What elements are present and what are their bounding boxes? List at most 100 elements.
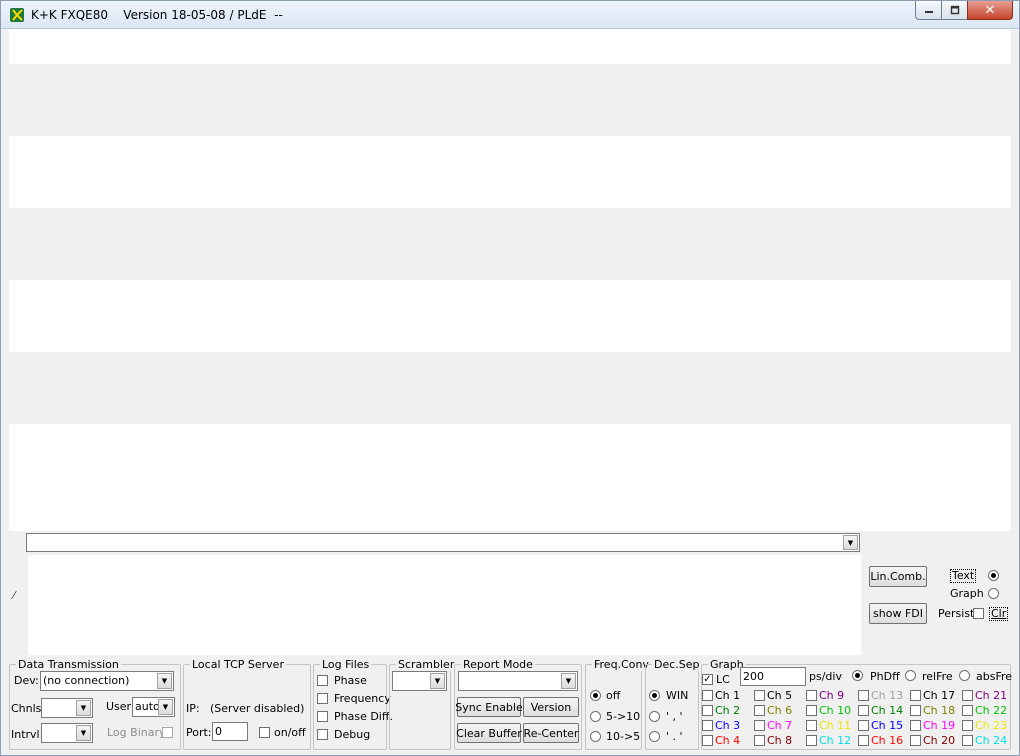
absfre-label: absFre bbox=[976, 670, 1013, 683]
clear-buffer-button[interactable]: Clear Buffer bbox=[456, 723, 522, 743]
ip-value: (Server disabled) bbox=[210, 702, 305, 715]
channel-24-checkbox[interactable] bbox=[962, 735, 973, 746]
text-log-area[interactable] bbox=[28, 555, 861, 655]
window-title: K+K FXQE80 Version 18-05-08 / PLdE -- bbox=[31, 8, 283, 22]
channel-20-checkbox[interactable] bbox=[910, 735, 921, 746]
version-button[interactable]: Version bbox=[523, 697, 579, 717]
channel-18-label: Ch 18 bbox=[923, 704, 956, 717]
dec-sep-dot-radio[interactable] bbox=[649, 731, 660, 742]
dropdown-arrow-icon[interactable]: ▼ bbox=[561, 673, 576, 689]
lc-checkbox[interactable]: ✓ bbox=[702, 674, 713, 685]
log-frequency-checkbox[interactable] bbox=[317, 693, 328, 704]
channel-18-checkbox[interactable] bbox=[910, 705, 921, 716]
phdff-radio[interactable] bbox=[852, 670, 863, 681]
channel-17-checkbox[interactable] bbox=[910, 690, 921, 701]
channel-1-checkbox[interactable] bbox=[702, 690, 713, 701]
dev-select-value: (no connection) bbox=[43, 674, 130, 687]
channel-8-checkbox[interactable] bbox=[754, 735, 765, 746]
title-bar[interactable]: K+K FXQE80 Version 18-05-08 / PLdE -- ✕ bbox=[1, 1, 1019, 29]
text-view-radio[interactable] bbox=[988, 570, 999, 581]
command-combobox[interactable]: ▼ bbox=[26, 533, 860, 552]
dec-sep-win-radio[interactable] bbox=[649, 690, 660, 701]
show-fdi-button[interactable]: show FDI bbox=[869, 603, 927, 624]
clr-link[interactable]: Clr bbox=[989, 607, 1009, 621]
persist-label: Persist bbox=[938, 607, 975, 620]
log-phase-checkbox[interactable] bbox=[317, 675, 328, 686]
absfre-radio[interactable] bbox=[959, 670, 970, 681]
log-binary-label: Log Binary bbox=[107, 726, 166, 739]
log-frequency-label: Frequency bbox=[334, 692, 391, 705]
tcp-onoff-checkbox[interactable] bbox=[259, 727, 270, 738]
channel-3-label: Ch 3 bbox=[715, 719, 741, 732]
channel-16-checkbox[interactable] bbox=[858, 735, 869, 746]
log-debug-checkbox[interactable] bbox=[317, 729, 328, 740]
channel-12-checkbox[interactable] bbox=[806, 735, 817, 746]
freq-conv-10to5-label: 10->5 bbox=[606, 730, 641, 743]
log-phase-diff-checkbox[interactable] bbox=[317, 711, 328, 722]
ps-div-input[interactable]: 200 bbox=[740, 667, 806, 686]
sync-enable-button[interactable]: Sync Enable bbox=[455, 697, 523, 717]
channel-21-checkbox[interactable] bbox=[962, 690, 973, 701]
channel-4-checkbox[interactable] bbox=[702, 735, 713, 746]
channel-15-checkbox[interactable] bbox=[858, 720, 869, 731]
close-icon: ✕ bbox=[984, 2, 996, 18]
channel-19-label: Ch 19 bbox=[923, 719, 956, 732]
channel-16-label: Ch 16 bbox=[871, 734, 904, 747]
channel-7-checkbox[interactable] bbox=[754, 720, 765, 731]
channel-6-checkbox[interactable] bbox=[754, 705, 765, 716]
dec-sep-title: Dec.Sep bbox=[652, 658, 702, 671]
text-view-label: Text bbox=[950, 569, 977, 583]
recenter-button[interactable]: Re-Center bbox=[523, 723, 579, 743]
log-binary-checkbox[interactable] bbox=[162, 727, 173, 738]
channel-2-checkbox[interactable] bbox=[702, 705, 713, 716]
intrvl-select[interactable]: ▼ bbox=[41, 723, 93, 743]
dec-sep-comma-label: ' , ' bbox=[666, 710, 683, 723]
dropdown-arrow-icon[interactable]: ▼ bbox=[430, 673, 445, 689]
report-mode-select[interactable]: ▼ bbox=[458, 671, 578, 691]
data-transmission-title: Data Transmission bbox=[16, 658, 121, 671]
freq-conv-5to10-radio[interactable] bbox=[590, 711, 601, 722]
channel-14-checkbox[interactable] bbox=[858, 705, 869, 716]
channel-19-checkbox[interactable] bbox=[910, 720, 921, 731]
window-controls: ✕ bbox=[915, 1, 1013, 21]
channel-22-checkbox[interactable] bbox=[962, 705, 973, 716]
channel-5-checkbox[interactable] bbox=[754, 690, 765, 701]
minimize-button[interactable] bbox=[915, 1, 941, 20]
channel-1-label: Ch 1 bbox=[715, 689, 741, 702]
dropdown-arrow-icon[interactable]: ▼ bbox=[76, 725, 91, 741]
channel-10-checkbox[interactable] bbox=[806, 705, 817, 716]
graph-view-radio[interactable] bbox=[988, 588, 999, 599]
user-select[interactable]: auto ▼ bbox=[132, 697, 175, 717]
channel-11-checkbox[interactable] bbox=[806, 720, 817, 731]
channel-13-checkbox[interactable] bbox=[858, 690, 869, 701]
channel-3-checkbox[interactable] bbox=[702, 720, 713, 731]
channel-17-label: Ch 17 bbox=[923, 689, 956, 702]
freq-conv-off-radio[interactable] bbox=[590, 690, 601, 701]
dropdown-arrow-icon[interactable]: ▼ bbox=[157, 673, 172, 689]
dropdown-arrow-icon[interactable]: ▼ bbox=[76, 700, 91, 716]
freq-conv-10to5-radio[interactable] bbox=[590, 731, 601, 742]
dec-sep-win-label: WIN bbox=[666, 689, 689, 702]
channel-12-label: Ch 12 bbox=[819, 734, 852, 747]
dev-select[interactable]: (no connection) ▼ bbox=[40, 671, 174, 691]
close-button[interactable]: ✕ bbox=[967, 1, 1013, 20]
channel-23-checkbox[interactable] bbox=[962, 720, 973, 731]
relfre-radio[interactable] bbox=[905, 670, 916, 681]
freq-conv-5to10-label: 5->10 bbox=[606, 710, 641, 723]
dropdown-arrow-icon[interactable]: ▼ bbox=[843, 535, 858, 550]
port-input[interactable]: 0 bbox=[212, 722, 248, 741]
maximize-icon bbox=[950, 5, 959, 15]
scrambler-select[interactable]: ▼ bbox=[392, 671, 447, 691]
channel-2-label: Ch 2 bbox=[715, 704, 741, 717]
dec-sep-comma-radio[interactable] bbox=[649, 711, 660, 722]
channel-9-checkbox[interactable] bbox=[806, 690, 817, 701]
phdff-label: PhDff bbox=[870, 670, 900, 683]
maximize-button[interactable] bbox=[941, 1, 967, 20]
persist-checkbox[interactable] bbox=[973, 608, 984, 619]
output-row bbox=[9, 352, 1011, 424]
intrvl-label: Intrvl: bbox=[11, 728, 44, 741]
output-display[interactable] bbox=[9, 29, 1011, 531]
lin-comb-button[interactable]: Lin.Comb. bbox=[869, 566, 927, 587]
chnls-select[interactable]: ▼ bbox=[41, 698, 93, 718]
dropdown-arrow-icon[interactable]: ▼ bbox=[158, 699, 173, 715]
